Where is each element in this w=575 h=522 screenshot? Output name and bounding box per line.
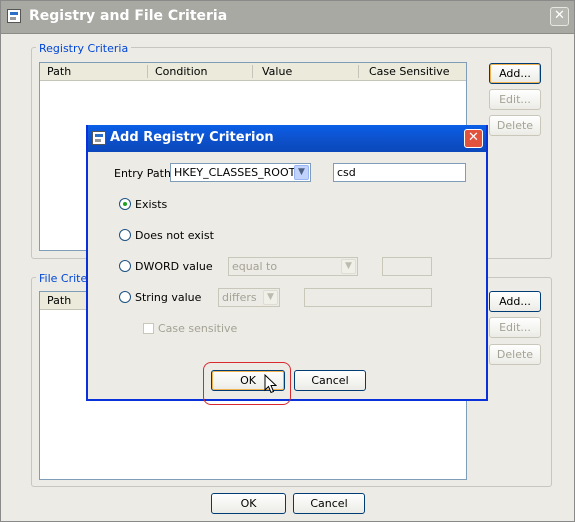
- add-registry-criterion-dialog: Add Registry Criterion ✕ Entry Path: HKE…: [86, 125, 488, 405]
- dialog-title: Add Registry Criterion: [110, 130, 274, 145]
- radio-string-value[interactable]: [119, 291, 131, 303]
- registry-criteria-label: Registry Criteria: [36, 42, 132, 55]
- window-titlebar[interactable]: Registry and File Criteria ✕: [1, 1, 574, 34]
- dialog-app-icon: [92, 131, 106, 145]
- registry-add-button[interactable]: Add...: [489, 63, 541, 84]
- radio-does-not-exist-label[interactable]: Does not exist: [135, 229, 214, 242]
- column-header-path[interactable]: Path: [47, 294, 71, 307]
- radio-does-not-exist[interactable]: [119, 229, 131, 241]
- chevron-down-icon[interactable]: ▼: [341, 259, 356, 274]
- file-delete-button[interactable]: Delete: [489, 344, 541, 365]
- main-ok-button[interactable]: OK: [211, 493, 286, 514]
- string-value-input[interactable]: [304, 288, 432, 307]
- column-divider[interactable]: [358, 65, 359, 78]
- dword-operator-value: equal to: [232, 260, 278, 273]
- radio-dword-value[interactable]: [119, 260, 131, 272]
- registry-key-input[interactable]: csd: [333, 163, 466, 182]
- entry-path-value: HKEY_CLASSES_ROOT\: [174, 166, 300, 179]
- radio-exists-label[interactable]: Exists: [135, 198, 167, 211]
- registry-delete-button[interactable]: Delete: [489, 115, 541, 136]
- file-edit-button[interactable]: Edit...: [489, 317, 541, 338]
- radio-dword-label[interactable]: DWORD value: [135, 260, 213, 273]
- case-sensitive-checkbox[interactable]: [143, 323, 154, 334]
- dword-value-input[interactable]: [382, 257, 432, 276]
- entry-path-label: Entry Path:: [114, 167, 175, 180]
- column-header-value[interactable]: Value: [262, 65, 292, 78]
- column-header-condition[interactable]: Condition: [155, 65, 208, 78]
- column-header-path[interactable]: Path: [47, 65, 71, 78]
- registry-table-header: Path Condition Value Case Sensitive: [40, 63, 466, 81]
- chevron-down-icon[interactable]: ▼: [263, 290, 278, 305]
- string-operator-select[interactable]: differs ▼: [218, 288, 280, 307]
- column-header-case-sensitive[interactable]: Case Sensitive: [369, 65, 450, 78]
- string-operator-value: differs: [222, 291, 257, 304]
- dword-operator-select[interactable]: equal to ▼: [228, 257, 358, 276]
- dialog-cancel-button[interactable]: Cancel: [294, 370, 366, 391]
- chevron-down-icon[interactable]: ▼: [294, 165, 309, 180]
- app-icon: [7, 9, 21, 23]
- file-add-button[interactable]: Add...: [489, 291, 541, 312]
- column-divider[interactable]: [252, 65, 253, 78]
- column-divider[interactable]: [147, 65, 148, 78]
- window-title: Registry and File Criteria: [29, 8, 228, 24]
- main-cancel-button[interactable]: Cancel: [293, 493, 365, 514]
- mouse-cursor-icon: [264, 374, 277, 394]
- window-close-button[interactable]: ✕: [550, 7, 569, 26]
- radio-string-label[interactable]: String value: [135, 291, 201, 304]
- radio-exists[interactable]: [119, 198, 131, 210]
- entry-path-select[interactable]: HKEY_CLASSES_ROOT\ ▼: [170, 163, 311, 182]
- registry-edit-button[interactable]: Edit...: [489, 89, 541, 110]
- dialog-titlebar[interactable]: Add Registry Criterion ✕: [88, 125, 486, 152]
- case-sensitive-label[interactable]: Case sensitive: [158, 322, 237, 335]
- dialog-close-button[interactable]: ✕: [464, 129, 483, 148]
